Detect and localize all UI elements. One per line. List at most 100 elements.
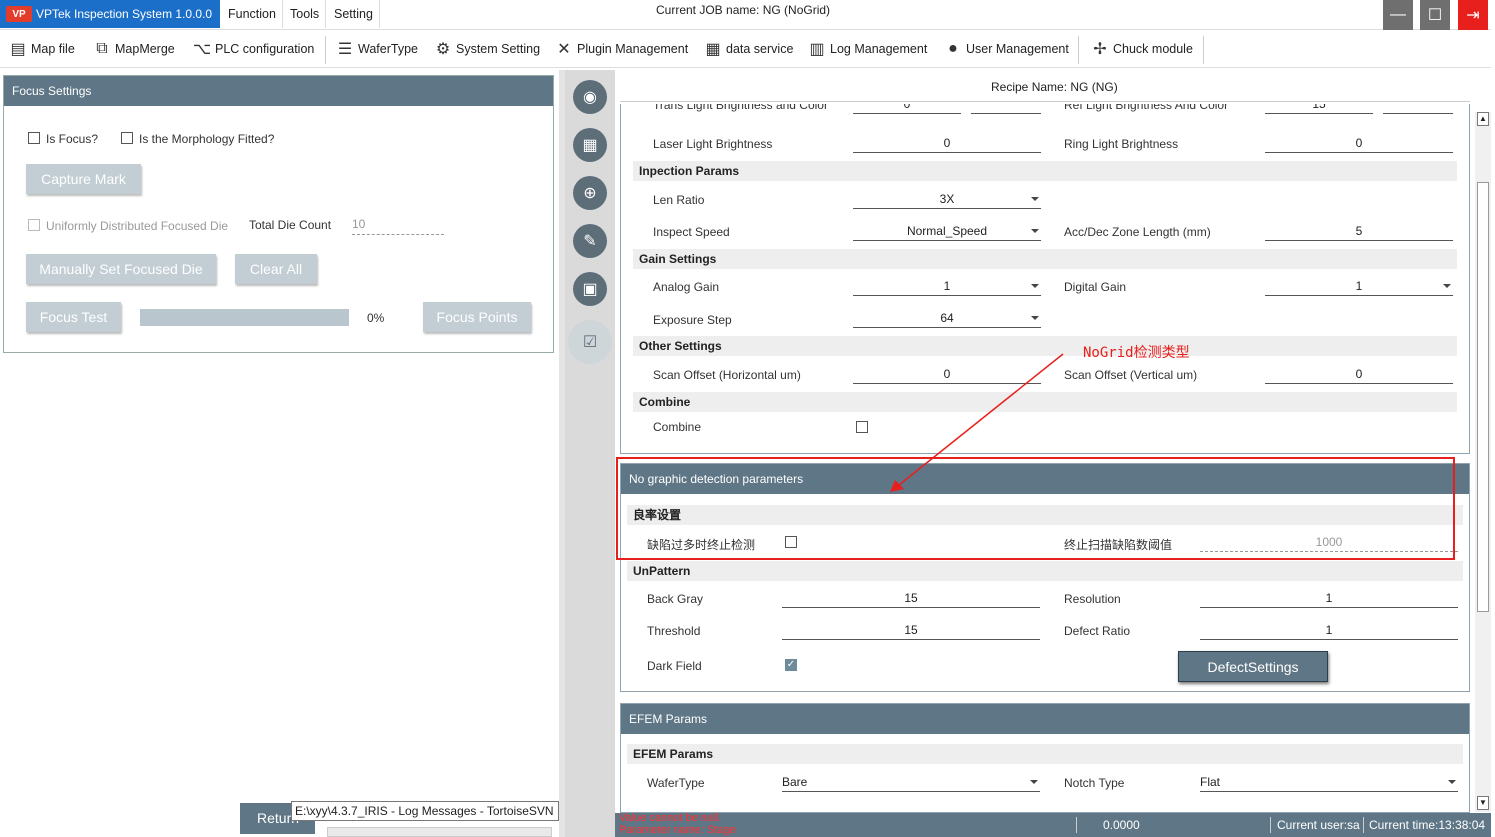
toolbar-plugin-management[interactable]: ✕ Plugin Management xyxy=(554,32,688,66)
vertical-scrollbar[interactable]: ▲ ▼ xyxy=(1475,112,1491,812)
capture-mark-button[interactable]: Capture Mark xyxy=(26,164,141,194)
threshold-field[interactable]: 15 xyxy=(782,622,1040,640)
current-user: Current user:sa xyxy=(1277,818,1360,832)
inspect-speed-dropdown[interactable]: Normal_Speed xyxy=(853,223,1041,241)
chevron-down-icon xyxy=(1031,229,1039,233)
toolbar-mapmerge[interactable]: ⧉ MapMerge xyxy=(92,32,174,66)
checklist-icon[interactable]: ☑ xyxy=(568,320,612,364)
trans-light-field[interactable]: 0 xyxy=(853,104,961,114)
exit-button[interactable]: ⇥ xyxy=(1458,0,1488,30)
ref-light-label: Ref Light Brightness And Color xyxy=(1064,104,1229,112)
map-merge-icon: ⧉ xyxy=(96,40,108,57)
menu-setting[interactable]: Setting xyxy=(328,0,380,28)
tools-icon: ✕ xyxy=(557,41,571,58)
chevron-down-icon xyxy=(1448,780,1456,784)
wafer-type-value: Bare xyxy=(782,775,808,789)
toolbar-label: PLC configuration xyxy=(215,42,315,56)
focus-points-button[interactable]: Focus Points xyxy=(423,302,531,332)
manually-set-focused-die-button[interactable]: Manually Set Focused Die xyxy=(26,254,216,284)
scan-offset-v-field[interactable]: 0 xyxy=(1265,366,1453,384)
exposure-step-label: Exposure Step xyxy=(653,313,732,327)
clear-all-button[interactable]: Clear All xyxy=(235,254,317,284)
digital-gain-dropdown[interactable]: 1 xyxy=(1265,278,1453,296)
plc-icon: ⌥ xyxy=(192,41,212,58)
toolbar-log-management[interactable]: ▥ Log Management xyxy=(807,32,927,66)
window-edge xyxy=(1491,0,1495,837)
scan-offset-h-label: Scan Offset (Horizontal um) xyxy=(653,368,801,382)
status-divider xyxy=(1270,817,1271,833)
inspect-speed-value: Normal_Speed xyxy=(906,224,988,238)
chevron-down-icon xyxy=(1031,284,1039,288)
is-focus-checkbox[interactable] xyxy=(28,132,40,144)
wafer-type-dropdown[interactable]: Bare xyxy=(782,774,1040,792)
focus-progress-bar xyxy=(140,309,349,326)
exposure-step-dropdown[interactable]: 64 xyxy=(853,310,1041,328)
taskbar-preview xyxy=(327,827,552,837)
accdec-field[interactable]: 5 xyxy=(1265,223,1453,241)
notch-type-dropdown[interactable]: Flat xyxy=(1200,774,1458,792)
ruler-icon[interactable]: ✎ xyxy=(573,224,607,258)
focus-settings-title: Focus Settings xyxy=(4,76,553,106)
taskbar-tooltip: E:\xyy\4.3.7_IRIS - Log Messages - Torto… xyxy=(291,801,559,821)
back-gray-field[interactable]: 15 xyxy=(782,590,1040,608)
vp-logo: VP xyxy=(6,6,32,22)
digital-gain-value: 1 xyxy=(1355,279,1363,293)
laser-brightness-label: Laser Light Brightness xyxy=(653,137,773,151)
toolbar-divider xyxy=(1078,36,1079,64)
scroll-down-icon[interactable]: ▼ xyxy=(1477,796,1489,810)
defect-ratio-label: Defect Ratio xyxy=(1064,624,1131,638)
toolbar-label: Plugin Management xyxy=(577,42,689,56)
analog-gain-dropdown[interactable]: 1 xyxy=(853,278,1041,296)
notch-type-value: Flat xyxy=(1200,775,1221,789)
toolbar-chuck-module[interactable]: ✢ Chuck module xyxy=(1090,32,1193,66)
focus-settings-panel: Focus Settings Is Focus? Is the Morpholo… xyxy=(3,75,554,353)
menu-function[interactable]: Function xyxy=(222,0,283,28)
toolbar-data-service[interactable]: ▦ data service xyxy=(703,32,793,66)
uniform-focused-die-checkbox[interactable] xyxy=(28,219,40,231)
len-ratio-dropdown[interactable]: 3X xyxy=(853,191,1041,209)
toolbar-plc-configuration[interactable]: ⌥ PLC configuration xyxy=(192,32,315,66)
wafer-grid-icon[interactable]: ▦ xyxy=(573,128,607,162)
image-frame-icon[interactable]: ▣ xyxy=(573,272,607,306)
toolbar: ▤ Map file ⧉ MapMerge ⌥ PLC configuration ☰… xyxy=(0,32,1495,68)
toolbar-user-management[interactable]: ● User Management xyxy=(943,32,1069,66)
defect-ratio-field[interactable]: 1 xyxy=(1200,622,1458,640)
app-title-text: VPTek Inspection System 1.0.0.0 xyxy=(36,7,213,21)
minimize-button[interactable]: — xyxy=(1383,0,1413,30)
camera-icon[interactable]: ◉ xyxy=(573,80,607,114)
resolution-field[interactable]: 1 xyxy=(1200,590,1458,608)
menu-tools[interactable]: Tools xyxy=(284,0,327,28)
dark-field-label: Dark Field xyxy=(647,659,702,673)
maximize-button[interactable]: ☐ xyxy=(1420,0,1450,30)
list-icon: ☰ xyxy=(337,41,353,58)
total-die-count-field[interactable]: 10 xyxy=(352,217,444,235)
dark-field-checkbox[interactable]: ✓ xyxy=(785,659,797,671)
error-message: Value cannot be null. Parameter name: St… xyxy=(619,812,736,836)
toolbar-system-setting[interactable]: ⚙ System Setting xyxy=(433,32,540,66)
wafer-map-icon[interactable]: ⊕ xyxy=(573,176,607,210)
recipe-divider xyxy=(620,101,1470,102)
morphology-fitted-checkbox[interactable] xyxy=(121,132,133,144)
ref-light-color-field[interactable] xyxy=(1383,104,1453,114)
toolbar-wafertype[interactable]: ☰ WaferType xyxy=(335,32,418,66)
notch-type-label: Notch Type xyxy=(1064,776,1125,790)
analog-gain-label: Analog Gain xyxy=(653,280,720,294)
laser-brightness-field[interactable]: 0 xyxy=(853,135,1041,153)
scroll-thumb[interactable] xyxy=(1477,182,1489,612)
books-icon: ▥ xyxy=(809,41,825,58)
ring-brightness-field[interactable]: 0 xyxy=(1265,135,1453,153)
total-die-count-label: Total Die Count xyxy=(249,218,332,232)
focus-test-button[interactable]: Focus Test xyxy=(26,302,121,332)
scroll-up-icon[interactable]: ▲ xyxy=(1477,112,1489,126)
threshold-label: Threshold xyxy=(647,624,701,638)
len-ratio-label: Len Ratio xyxy=(653,193,705,207)
ref-light-field[interactable]: 15 xyxy=(1265,104,1373,114)
chuck-icon: ✢ xyxy=(1093,41,1107,58)
recipe-name: Recipe Name: NG (NG) xyxy=(991,80,1118,94)
toolbar-map-file[interactable]: ▤ Map file xyxy=(8,32,74,66)
defect-settings-button[interactable]: DefectSettings xyxy=(1178,651,1328,682)
combine-checkbox[interactable] xyxy=(856,421,868,433)
efem-params-panel: EFEM Params EFEM Params WaferType Bare N… xyxy=(620,703,1470,813)
uniform-focused-die-label: Uniformly Distributed Focused Die xyxy=(46,219,229,233)
trans-light-color-field[interactable] xyxy=(971,104,1041,114)
